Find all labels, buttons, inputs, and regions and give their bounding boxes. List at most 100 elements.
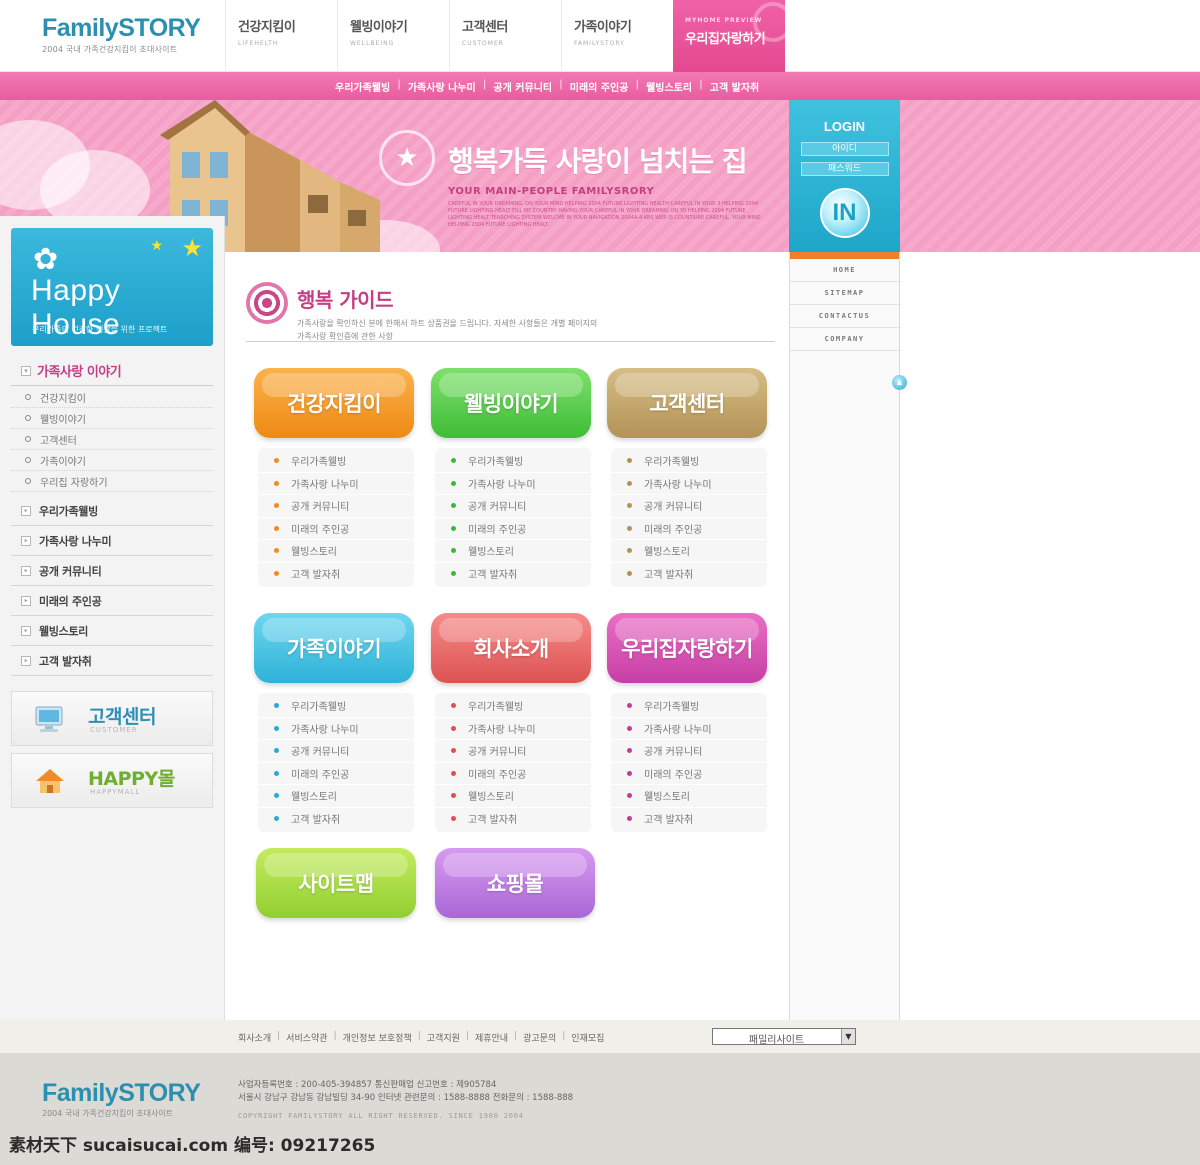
guide-card-list-item[interactable]: 우리가족웰빙 xyxy=(258,695,414,718)
sidebar-section-title[interactable]: ▾ 가족사랑 이야기 xyxy=(11,356,213,386)
guide-card-list-item[interactable]: 미래의 주인공 xyxy=(435,518,591,540)
sitemap-button[interactable]: 사이트맵 xyxy=(256,848,416,918)
guide-card-list-item[interactable]: 우리가족웰빙 xyxy=(435,450,591,473)
footer-link[interactable]: 고객지원 xyxy=(427,1031,460,1044)
nav-item-family[interactable]: 가족이야기 FAMILYSTORY xyxy=(561,0,673,72)
guide-card-list-item[interactable]: 고객 발자취 xyxy=(611,808,767,831)
guide-card-list-item[interactable]: 웰빙스토리 xyxy=(258,785,414,808)
shopping-mall-button[interactable]: 쇼핑몰 xyxy=(435,848,595,918)
subnav-link[interactable]: 웰빙스토리 xyxy=(646,79,692,94)
chevron-right-icon: ▸ xyxy=(21,505,31,516)
guide-card-button[interactable]: 우리집자랑하기 xyxy=(607,613,767,683)
footer-link[interactable]: 회사소개 xyxy=(238,1031,271,1044)
subnav-link[interactable]: 가족사랑 나누미 xyxy=(408,79,476,94)
guide-card-button[interactable]: 고객센터 xyxy=(607,368,767,438)
guide-card-list-item[interactable]: 미래의 주인공 xyxy=(258,518,414,540)
family-site-select[interactable]: 패밀리사이트 ▼ xyxy=(712,1028,856,1046)
sidebar-sub-item[interactable]: 고객센터 xyxy=(11,429,213,450)
guide-card-list-label: 우리가족웰빙 xyxy=(644,702,700,714)
sidebar-item[interactable]: ▸ 가족사랑 나누미 xyxy=(11,526,213,556)
subnav-link[interactable]: 공개 커뮤니티 xyxy=(493,79,552,94)
guide-card-button[interactable]: 회사소개 xyxy=(431,613,591,683)
guide-card-list-item[interactable]: 미래의 주인공 xyxy=(611,763,767,785)
guide-card-list-item[interactable]: 미래의 주인공 xyxy=(258,763,414,785)
guide-card-list-item[interactable]: 공개 커뮤니티 xyxy=(258,740,414,763)
guide-card-list-item[interactable]: 공개 커뮤니티 xyxy=(435,740,591,763)
happy-mall-button[interactable]: HAPPY몰 HAPPYMALL xyxy=(11,753,213,808)
guide-card-list-item[interactable]: 가족사랑 나누미 xyxy=(611,473,767,495)
footer-link[interactable]: 제휴안내 xyxy=(475,1031,508,1044)
nav-sub: CUSTOMER xyxy=(462,40,504,47)
sidebar-main-list: ▸ 우리가족웰빙 ▸ 가족사랑 나누미 ▸ 공개 커뮤니티 ▸ 미래의 주인공 ▸ 웰빙스… xyxy=(11,496,213,676)
sidebar-item[interactable]: ▸ 고객 발자취 xyxy=(11,646,213,676)
bullet-icon xyxy=(627,770,632,776)
sidebar-item[interactable]: ▸ 웰빙스토리 xyxy=(11,616,213,646)
guide-card-list-item[interactable]: 공개 커뮤니티 xyxy=(611,740,767,763)
guide-card-list-item[interactable]: 우리가족웰빙 xyxy=(611,450,767,473)
right-menu-home[interactable]: HOME xyxy=(790,259,899,282)
login-button[interactable]: IN xyxy=(819,188,870,238)
right-menu-company[interactable]: COMPANY xyxy=(790,328,899,351)
password-field[interactable]: 패스워드 xyxy=(800,162,889,176)
right-menu-contactus[interactable]: CONTACTUS xyxy=(790,305,899,328)
guide-card-list-label: 공개 커뮤니티 xyxy=(468,502,527,514)
guide-card-list-item[interactable]: 우리가족웰빙 xyxy=(258,450,414,473)
sidebar-item[interactable]: ▸ 공개 커뮤니티 xyxy=(11,556,213,586)
guide-card-list-item[interactable]: 고객 발자취 xyxy=(258,808,414,831)
id-field[interactable]: 아이디 xyxy=(800,142,889,156)
sidebar-sub-item[interactable]: 건강지킴이 xyxy=(11,387,213,408)
guide-card-list-item[interactable]: 공개 커뮤니티 xyxy=(258,495,414,518)
right-menu-sitemap[interactable]: SITEMAP xyxy=(790,282,899,305)
sidebar-item[interactable]: ▸ 미래의 주인공 xyxy=(11,586,213,616)
nav-item-customer[interactable]: 고객센터 CUSTOMER xyxy=(449,0,561,72)
guide-card-list-item[interactable]: 미래의 주인공 xyxy=(611,518,767,540)
guide-card-list-item[interactable]: 웰빙스토리 xyxy=(611,785,767,808)
guide-card-button[interactable]: 가족이야기 xyxy=(254,613,414,683)
guide-card-list-item[interactable]: 웰빙스토리 xyxy=(258,540,414,563)
guide-card-list-item[interactable]: 공개 커뮤니티 xyxy=(435,495,591,518)
guide-card-list-item[interactable]: 가족사랑 나누미 xyxy=(258,718,414,740)
footer-link[interactable]: 서비스약관 xyxy=(286,1031,327,1044)
nav-item-health[interactable]: 건강지킴이 LIFEHELTH xyxy=(225,0,337,72)
nav-item-myhome[interactable]: MYHOME PREVIEW 우리집자랑하기 xyxy=(673,0,785,72)
guide-card-list-item[interactable]: 고객 발자취 xyxy=(258,563,414,586)
guide-card-list-label: 공개 커뮤니티 xyxy=(468,747,527,759)
guide-card-list-item[interactable]: 웰빙스토리 xyxy=(435,785,591,808)
footer-link[interactable]: 광고문의 xyxy=(523,1031,556,1044)
guide-card-button[interactable]: 건강지킴이 xyxy=(254,368,414,438)
nav-item-wellbeing[interactable]: 웰빙이야기 WELLBEING xyxy=(337,0,449,72)
guide-card-list-item[interactable]: 가족사랑 나누미 xyxy=(435,718,591,740)
guide-card-list-item[interactable]: 가족사랑 나누미 xyxy=(611,718,767,740)
happy-house-banner[interactable]: ✿ ★ ★ Happy House 우리가족의 건강한 생활을 위한 프로젝트 xyxy=(11,228,213,346)
scroll-top-icon[interactable]: ▲ xyxy=(892,375,907,390)
guide-card-list-item[interactable]: 우리가족웰빙 xyxy=(611,695,767,718)
subnav-link[interactable]: 우리가족웰빙 xyxy=(335,79,390,94)
site-logo[interactable]: FamilySTORY 2004 국내 가족건강지킴이 초대사이트 xyxy=(42,14,201,55)
sidebar-sub-item[interactable]: 우리집 자랑하기 xyxy=(11,471,213,492)
subnav-link[interactable]: 미래의 주인공 xyxy=(570,79,629,94)
customer-center-button[interactable]: 고객센터 CUSTOMER xyxy=(11,691,213,746)
guide-card-list-item[interactable]: 웰빙스토리 xyxy=(435,540,591,563)
sidebar-item-label: 공개 커뮤니티 xyxy=(39,564,102,578)
subnav-link[interactable]: 고객 발자취 xyxy=(710,79,759,94)
sidebar-item[interactable]: ▸ 우리가족웰빙 xyxy=(11,496,213,526)
guide-card-list-item[interactable]: 고객 발자취 xyxy=(611,563,767,586)
guide-card-list-item[interactable]: 우리가족웰빙 xyxy=(435,695,591,718)
guide-card-list-item[interactable]: 공개 커뮤니티 xyxy=(611,495,767,518)
guide-card-label: 회사소개 xyxy=(473,637,549,661)
guide-card-list-item[interactable]: 미래의 주인공 xyxy=(435,763,591,785)
footer-link[interactable]: 개인정보 보호정책 xyxy=(343,1031,412,1044)
guide-card: 회사소개우리가족웰빙 가족사랑 나누미공개 커뮤니티미래의 주인공 웰빙스토리 고객 … xyxy=(431,613,591,832)
sidebar-sub-list: 건강지킴이 웰빙이야기 고객센터 가족이야기 우리집 자랑하기 xyxy=(11,387,213,492)
guide-card-list-item[interactable]: 고객 발자취 xyxy=(435,808,591,831)
footer-link[interactable]: 인재모집 xyxy=(571,1031,604,1044)
guide-card-button[interactable]: 웰빙이야기 xyxy=(431,368,591,438)
circle-icon xyxy=(25,436,31,442)
guide-card-list-item[interactable]: 가족사랑 나누미 xyxy=(435,473,591,495)
guide-card-list-item[interactable]: 웰빙스토리 xyxy=(611,540,767,563)
sidebar-sub-item[interactable]: 웰빙이야기 xyxy=(11,408,213,429)
bullet-icon xyxy=(274,480,279,486)
guide-card-list-item[interactable]: 가족사랑 나누미 xyxy=(258,473,414,495)
sidebar-sub-item[interactable]: 가족이야기 xyxy=(11,450,213,471)
guide-card-list-item[interactable]: 고객 발자취 xyxy=(435,563,591,586)
